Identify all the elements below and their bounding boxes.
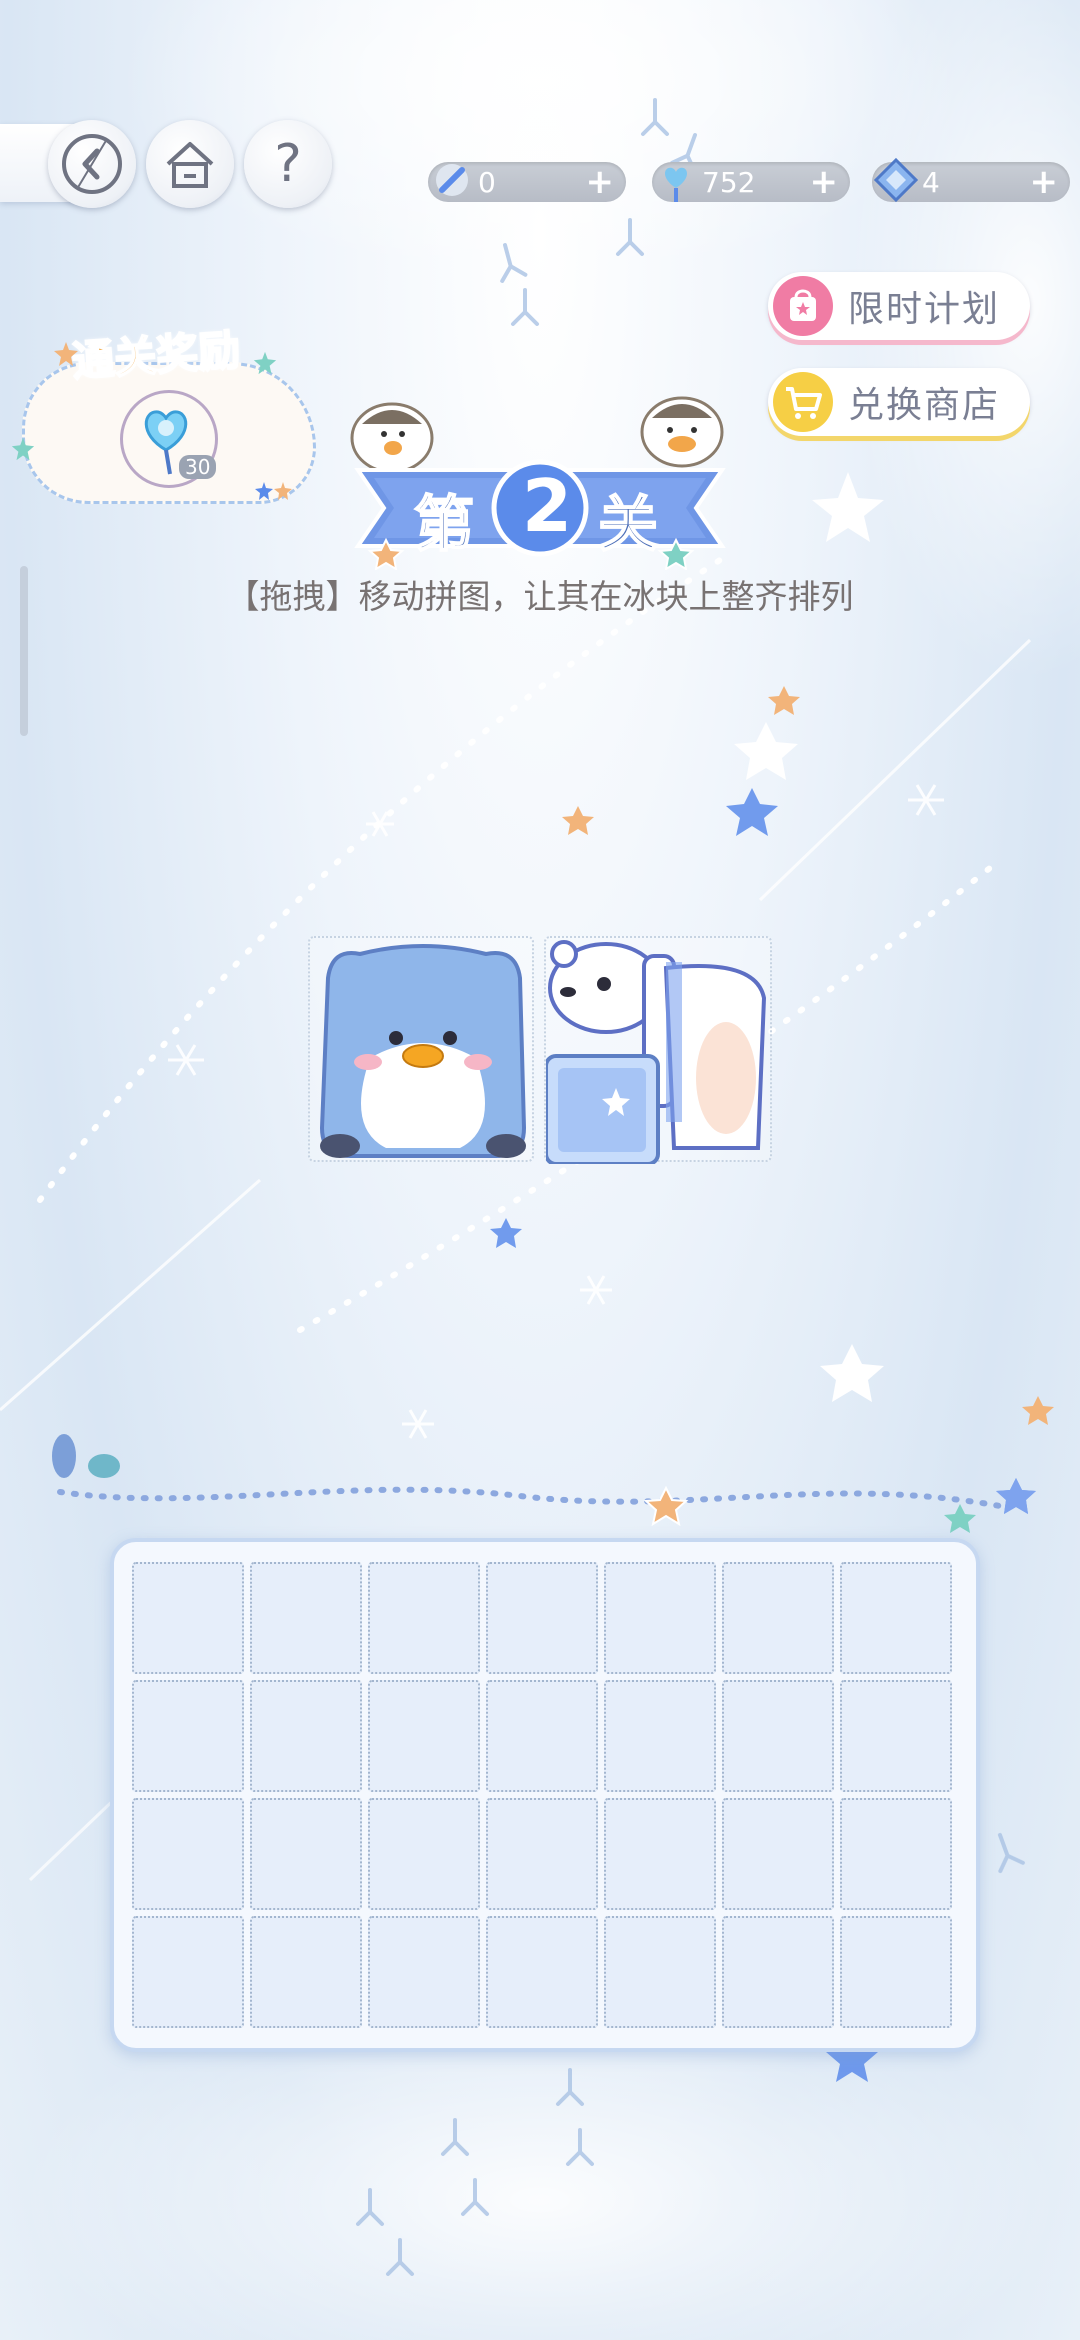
heart-currency: 752 +	[652, 162, 850, 202]
board-cell[interactable]	[132, 1798, 244, 1910]
board-cell[interactable]	[840, 1798, 952, 1910]
board-cell[interactable]	[132, 1916, 244, 2028]
stage-prefix: 第	[413, 489, 475, 561]
reward-count-badge: 30	[179, 455, 217, 479]
board-cell[interactable]	[604, 1680, 716, 1792]
stage-hint: 【拖拽】移动拼图，让其在冰块上整齐排列	[226, 577, 854, 616]
add-diamond-button[interactable]: +	[1030, 162, 1059, 202]
star-icon	[11, 437, 35, 461]
ice-board	[110, 1538, 980, 2052]
board-cell[interactable]	[722, 1680, 834, 1792]
gift-bag-icon	[773, 276, 833, 336]
penguin-piece[interactable]	[308, 936, 534, 1162]
heart-count: 752	[702, 166, 756, 199]
board-cell[interactable]	[604, 1798, 716, 1910]
question-mark-icon: ?	[274, 134, 302, 194]
add-shovel-button[interactable]: +	[586, 162, 615, 202]
board-cell[interactable]	[722, 1562, 834, 1674]
board-cell[interactable]	[840, 1680, 952, 1792]
shovel-count: 0	[478, 166, 496, 199]
shovel-currency: 0 +	[428, 162, 626, 202]
polar-bear-piece[interactable]	[544, 936, 772, 1166]
clear-reward-title: 通关奖励	[70, 324, 243, 387]
board-cell[interactable]	[486, 1798, 598, 1910]
board-cell[interactable]	[486, 1680, 598, 1792]
diamond-icon	[873, 157, 919, 203]
board-grid	[132, 1562, 952, 2028]
board-cell[interactable]	[368, 1798, 480, 1910]
diamond-currency: 4 +	[872, 157, 1070, 203]
star-icon	[255, 482, 292, 500]
penguin-icon	[319, 944, 527, 1158]
board-cell[interactable]	[840, 1916, 952, 2028]
back-button[interactable]	[48, 120, 136, 208]
board-cell[interactable]	[486, 1916, 598, 2028]
shovel-icon	[436, 164, 468, 196]
polar-bear-icon	[544, 940, 767, 1166]
stage-suffix: 关	[597, 489, 659, 561]
shopping-cart-icon	[773, 372, 833, 432]
stage-number: 2	[522, 464, 573, 548]
home-icon	[166, 142, 214, 188]
board-cell[interactable]	[250, 1680, 362, 1792]
star-icon	[54, 342, 78, 366]
home-button[interactable]	[146, 120, 234, 208]
board-cell[interactable]	[722, 1916, 834, 2028]
board-cell[interactable]	[604, 1562, 716, 1674]
board-cell[interactable]	[132, 1680, 244, 1792]
exchange-shop-button[interactable]: 兑换商店	[768, 368, 1030, 436]
exchange-shop-label: 兑换商店	[848, 385, 1001, 426]
help-button[interactable]: ?	[244, 120, 332, 208]
board-cell[interactable]	[250, 1916, 362, 2028]
back-arrow-icon	[62, 134, 122, 194]
add-heart-button[interactable]: +	[810, 162, 839, 202]
board-cell[interactable]	[368, 1562, 480, 1674]
board-cell[interactable]	[250, 1798, 362, 1910]
board-cell[interactable]	[722, 1798, 834, 1910]
board-cell[interactable]	[368, 1916, 480, 2028]
heart-wand-icon	[665, 167, 687, 202]
reward-item-slot[interactable]: 30	[120, 390, 218, 488]
board-cell[interactable]	[132, 1562, 244, 1674]
board-cell[interactable]	[840, 1562, 952, 1674]
board-cell[interactable]	[368, 1680, 480, 1792]
puzzle-area	[308, 936, 772, 1166]
limited-plan-button[interactable]: 限时计划	[768, 272, 1030, 340]
limited-plan-label: 限时计划	[848, 289, 1001, 330]
board-cell[interactable]	[486, 1562, 598, 1674]
board-cell[interactable]	[604, 1916, 716, 2028]
board-cell[interactable]	[250, 1562, 362, 1674]
diamond-count: 4	[922, 166, 940, 199]
star-icon	[253, 351, 277, 375]
